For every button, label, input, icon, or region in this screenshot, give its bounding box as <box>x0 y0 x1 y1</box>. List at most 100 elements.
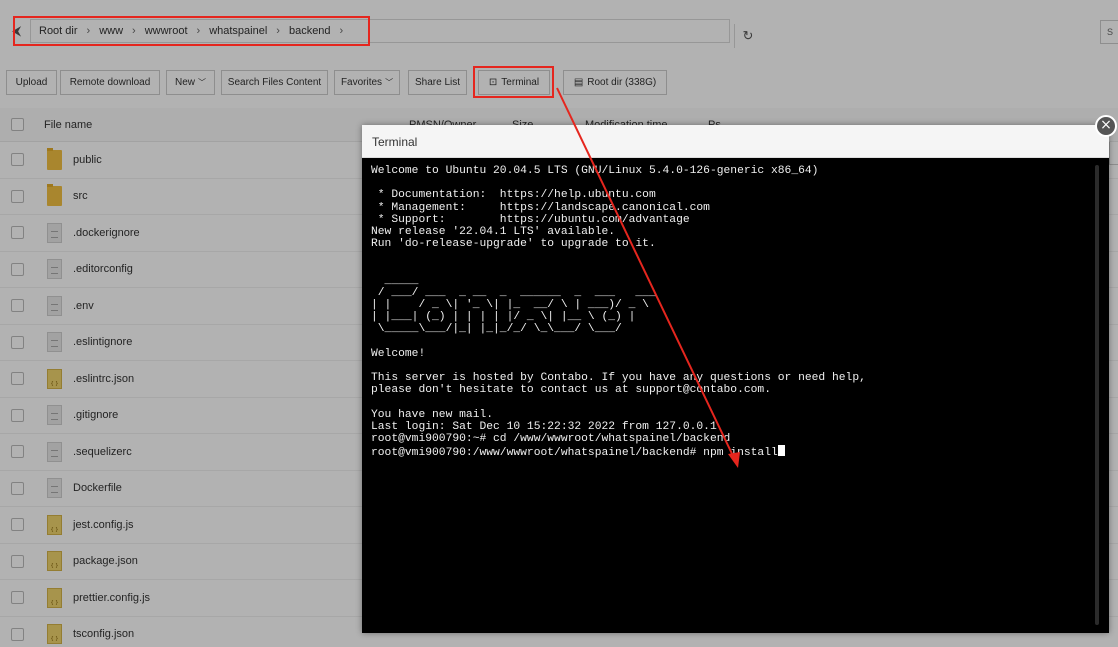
share-list-label: Share List <box>414 77 461 88</box>
file-name[interactable]: .env <box>73 300 94 312</box>
share-list-button[interactable]: Share List <box>408 70 467 95</box>
terminal-dialog: Terminal Welcome to Ubuntu 20.04.5 LTS (… <box>362 125 1109 633</box>
terminal-line: You have new mail. <box>371 409 1096 421</box>
terminal-line-text: * Support: https://ubuntu.com/advantage <box>371 213 690 226</box>
terminal-cursor <box>777 445 785 457</box>
code-file-icon: { } <box>47 514 62 535</box>
terminal-line: New release '22.04.1 LTS' available. <box>371 226 1096 238</box>
file-name[interactable]: .editorconfig <box>73 263 133 275</box>
row-checkbox[interactable] <box>11 518 24 532</box>
file-name[interactable]: src <box>73 190 88 202</box>
search-files-content-label: Search Files Content <box>227 77 322 88</box>
file-icon <box>47 295 62 316</box>
file-name[interactable]: .eslintignore <box>73 336 132 348</box>
code-file-icon: { } <box>47 551 62 572</box>
favorites-label: Favorites <box>340 77 383 88</box>
row-checkbox[interactable] <box>11 554 24 568</box>
file-icon <box>47 478 62 499</box>
disk-icon: ▤ <box>573 77 584 88</box>
terminal-line: | |___| (_) | | | | |/ _ \| |__ \ (_) | <box>371 311 1096 323</box>
root-dir-label: Root dir (338G) <box>587 77 657 88</box>
terminal-line-text: * Management: https://landscape.canonica… <box>371 201 710 214</box>
code-file-icon: { } <box>47 587 62 608</box>
folder-icon <box>47 184 62 207</box>
favorites-button[interactable]: Favorites ﹀ <box>334 70 400 95</box>
search-edge-button[interactable]: S <box>1100 20 1118 44</box>
terminal-dialog-title: Terminal <box>362 125 1109 158</box>
terminal-line: * Support: https://ubuntu.com/advantage <box>371 214 1096 226</box>
close-icon[interactable]: × <box>1095 115 1117 137</box>
file-name[interactable]: prettier.config.js <box>73 592 150 604</box>
refresh-icon[interactable]: ↻ <box>734 24 761 48</box>
file-name[interactable]: public <box>73 154 102 166</box>
new-label: New <box>174 77 195 88</box>
file-name[interactable]: tsconfig.json <box>73 628 134 640</box>
file-name[interactable]: .dockerignore <box>73 227 140 239</box>
terminal-line: | | / _ \| '_ \| |_ __/ \ | ___)/ _ \ <box>371 299 1096 311</box>
file-icon <box>47 332 62 353</box>
file-name[interactable]: .eslintrc.json <box>73 373 134 385</box>
terminal-line: / ___/ ___ _ __ _ ______ _ ___ ___ <box>371 287 1096 299</box>
terminal-line-text: * Documentation: https://help.ubuntu.com <box>371 189 656 202</box>
terminal-line: * Management: https://landscape.canonica… <box>371 202 1096 214</box>
file-name[interactable]: jest.config.js <box>73 519 134 531</box>
row-checkbox[interactable] <box>11 372 24 386</box>
terminal-scrollbar[interactable] <box>1095 165 1099 625</box>
header-file-name[interactable]: File name <box>44 119 92 131</box>
terminal-line: Welcome! <box>371 348 1096 360</box>
terminal-line: Run 'do-release-upgrade' to upgrade to i… <box>371 238 1096 250</box>
terminal-line-text: This server is hosted by Contabo. If you… <box>371 372 866 385</box>
terminal-line: * Documentation: https://help.ubuntu.com <box>371 189 1096 201</box>
file-name[interactable]: .gitignore <box>73 409 118 421</box>
terminal-line-text: | |___| (_) | | | | |/ _ \| |__ \ (_) | <box>371 311 636 324</box>
terminal-line: root@vmi900790:/www/wwwroot/whatspainel/… <box>371 445 1096 460</box>
row-checkbox[interactable] <box>11 445 24 459</box>
terminal-line-text: | | / _ \| '_ \| |_ __/ \ | ___)/ _ \ <box>371 299 649 312</box>
terminal-line-text: \_____\___/|_| |_|_/_/ \_\___/ \___/ <box>371 323 622 336</box>
upload-label: Upload <box>15 77 48 88</box>
remote-download-button[interactable]: Remote download <box>60 70 160 95</box>
terminal-line-text: root@vmi900790:/www/wwwroot/whatspainel/… <box>371 447 778 460</box>
code-file-icon: { } <box>47 368 62 389</box>
file-icon <box>47 441 62 462</box>
annotation-box-terminal-button <box>473 66 554 98</box>
terminal-line-text: You have new mail. <box>371 408 494 421</box>
row-checkbox[interactable] <box>11 591 24 605</box>
chevron-down-icon: ﹀ <box>385 78 394 87</box>
row-checkbox[interactable] <box>11 408 24 422</box>
terminal-line: \_____\___/|_| |_|_/_/ \_\___/ \___/ <box>371 323 1096 335</box>
file-name[interactable]: package.json <box>73 555 138 567</box>
row-checkbox[interactable] <box>11 153 24 167</box>
new-button[interactable]: New ﹀ <box>166 70 215 95</box>
select-all-checkbox[interactable] <box>11 118 24 131</box>
row-checkbox[interactable] <box>11 335 24 349</box>
row-checkbox[interactable] <box>11 226 24 240</box>
terminal-line-text: Welcome to Ubuntu 20.04.5 LTS (GNU/Linux… <box>371 165 819 177</box>
terminal-line: _____ <box>371 275 1096 287</box>
row-checkbox[interactable] <box>11 262 24 276</box>
remote-download-label: Remote download <box>69 77 151 88</box>
file-name[interactable]: .sequelizerc <box>73 446 132 458</box>
row-checkbox[interactable] <box>11 481 24 495</box>
file-name[interactable]: Dockerfile <box>73 482 122 494</box>
row-checkbox[interactable] <box>11 627 24 641</box>
search-files-content-button[interactable]: Search Files Content <box>221 70 328 95</box>
row-checkbox[interactable] <box>11 299 24 313</box>
file-icon <box>47 405 62 426</box>
terminal-line: root@vmi900790:~# cd /www/wwwroot/whatsp… <box>371 433 1096 445</box>
terminal-line: Welcome to Ubuntu 20.04.5 LTS (GNU/Linux… <box>371 165 1096 177</box>
folder-icon <box>47 147 62 170</box>
terminal-line-text: New release '22.04.1 LTS' available. <box>371 225 616 238</box>
root-dir-button[interactable]: ▤ Root dir (338G) <box>563 70 667 95</box>
file-icon <box>47 222 62 243</box>
upload-button[interactable]: Upload <box>6 70 57 95</box>
row-checkbox[interactable] <box>11 189 24 203</box>
terminal-line: Last login: Sat Dec 10 15:22:32 2022 fro… <box>371 421 1096 433</box>
terminal-output[interactable]: Welcome to Ubuntu 20.04.5 LTS (GNU/Linux… <box>371 165 1096 625</box>
